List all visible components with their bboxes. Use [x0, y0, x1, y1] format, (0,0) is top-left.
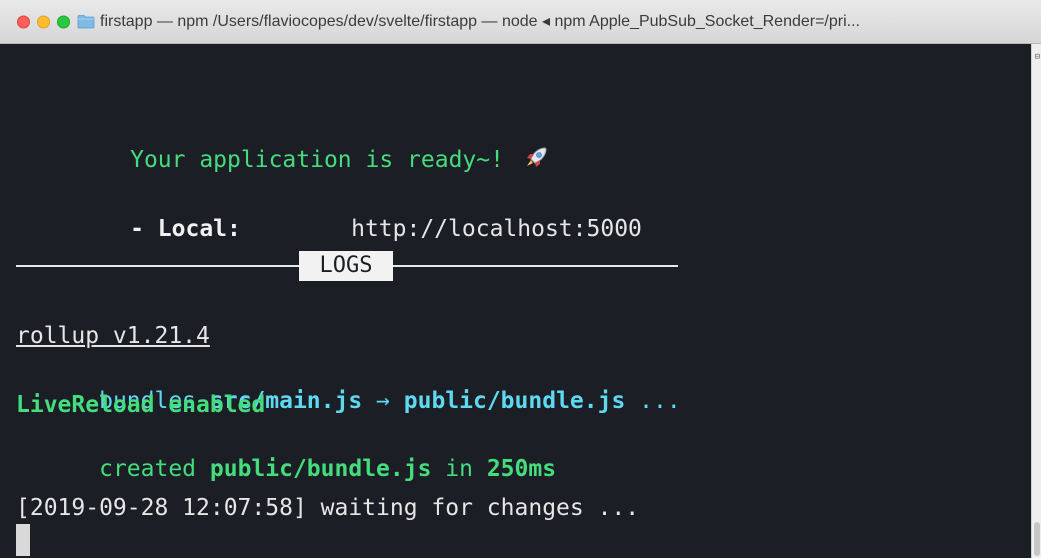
- local-url-text[interactable]: http://localhost:5000: [351, 216, 642, 242]
- created-mid: in: [431, 456, 487, 482]
- maximize-window-button[interactable]: [57, 15, 70, 29]
- minimize-window-button[interactable]: [37, 15, 50, 29]
- logs-divider-right: [393, 265, 678, 267]
- rocket-icon: [526, 147, 547, 167]
- local-line: - Local:: [47, 184, 241, 274]
- bundles-target: public/bundle.js: [403, 388, 626, 414]
- close-window-button[interactable]: [17, 15, 30, 29]
- bundles-suffix: ...: [625, 388, 681, 414]
- local-label: - Local:: [130, 216, 241, 242]
- logs-divider-left: [16, 265, 299, 267]
- waiting-line: [2019-09-28 12:07:58] waiting for change…: [16, 495, 640, 521]
- ready-text: Your application is ready~!: [130, 147, 518, 173]
- window-title: firstapp — npm /Users/flaviocopes/dev/sv…: [100, 13, 860, 30]
- created-prefix: created: [99, 456, 210, 482]
- created-time: 250ms: [486, 456, 557, 482]
- created-file: public/bundle.js: [209, 456, 432, 482]
- rollup-version: rollup v1.21.4: [16, 323, 210, 349]
- terminal-output[interactable]: Your application is ready~! - Local: htt…: [0, 44, 1030, 558]
- terminal-window: firstapp — npm /Users/flaviocopes/dev/sv…: [0, 0, 1041, 558]
- livereload-line: LiveReload enabled: [16, 392, 266, 418]
- title-bar[interactable]: firstapp — npm /Users/flaviocopes/dev/sv…: [0, 0, 1041, 44]
- scrollbar-thumb[interactable]: [1034, 522, 1040, 556]
- scrollbar-marker-icon: ⊟: [1034, 52, 1040, 62]
- bundles-arrow: →: [362, 388, 404, 414]
- terminal-cursor: [16, 524, 30, 556]
- folder-icon: [77, 15, 95, 29]
- logs-header: LOGS: [299, 251, 393, 281]
- scrollbar[interactable]: [1031, 44, 1041, 558]
